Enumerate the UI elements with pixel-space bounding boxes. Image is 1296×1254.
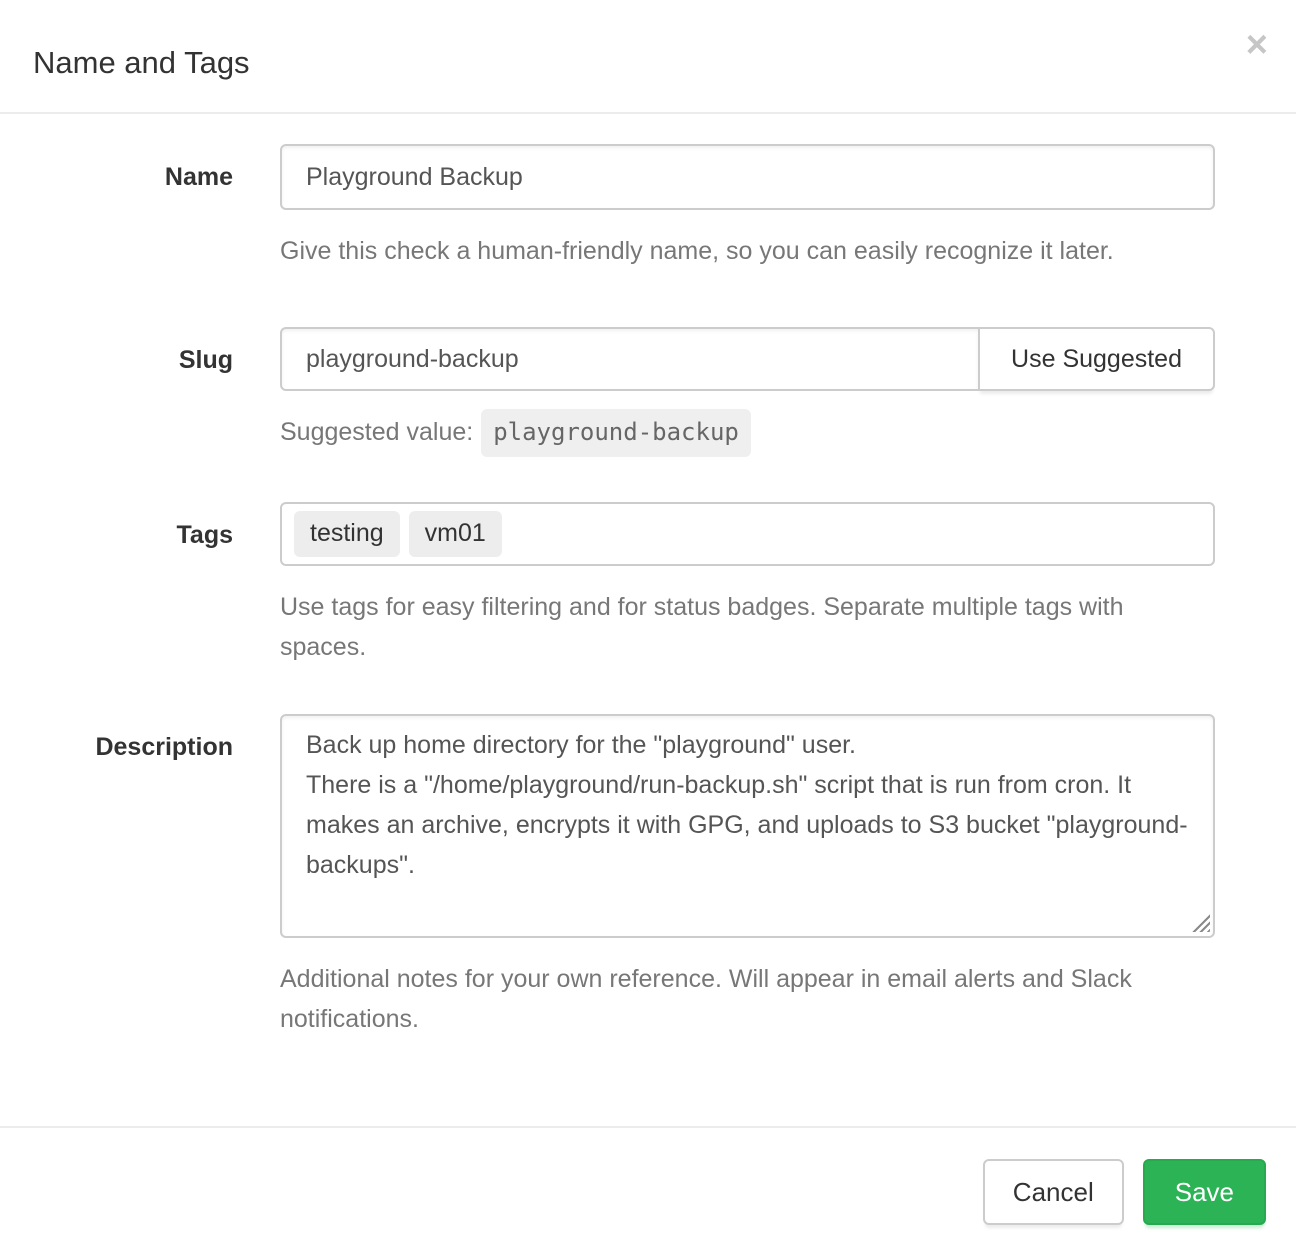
tags-label: Tags <box>0 502 280 667</box>
page-title: Name and Tags <box>33 47 1263 78</box>
suggested-value-prefix: Suggested value: <box>280 418 473 446</box>
slug-input[interactable] <box>280 327 980 391</box>
name-input[interactable] <box>280 144 1215 210</box>
suggested-value-line: Suggested value: playground-backup <box>280 409 1215 457</box>
suggested-value-code: playground-backup <box>481 409 751 457</box>
name-and-tags-modal: Name and Tags × Name Give this check a h… <box>0 0 1296 1254</box>
name-help: Give this check a human-friendly name, s… <box>280 231 1215 271</box>
description-textarea[interactable]: Back up home directory for the "playgrou… <box>280 714 1215 938</box>
name-label: Name <box>0 144 280 271</box>
description-help: Additional notes for your own reference.… <box>280 959 1215 1039</box>
save-button[interactable]: Save <box>1143 1159 1266 1225</box>
description-label: Description <box>0 714 280 1039</box>
tag-chip[interactable]: vm01 <box>409 511 502 557</box>
tags-row: Tags testingvm01 Use tags for easy filte… <box>0 502 1215 667</box>
slug-row: Slug Use Suggested Suggested value: playg… <box>0 327 1215 457</box>
modal-body: Name Give this check a human-friendly na… <box>0 114 1296 1112</box>
name-row: Name Give this check a human-friendly na… <box>0 144 1215 271</box>
slug-input-group: Use Suggested <box>280 327 1215 391</box>
modal-header: Name and Tags × <box>0 0 1296 114</box>
use-suggested-button[interactable]: Use Suggested <box>978 327 1215 391</box>
description-row: Description Back up home directory for t… <box>0 714 1215 1039</box>
tag-chip[interactable]: testing <box>294 511 400 557</box>
tags-help: Use tags for easy filtering and for stat… <box>280 587 1215 667</box>
cancel-button[interactable]: Cancel <box>983 1159 1124 1225</box>
modal-footer: Cancel Save <box>0 1126 1296 1254</box>
tags-input[interactable]: testingvm01 <box>280 502 1215 566</box>
close-icon[interactable]: × <box>1246 26 1268 64</box>
slug-label: Slug <box>0 327 280 457</box>
